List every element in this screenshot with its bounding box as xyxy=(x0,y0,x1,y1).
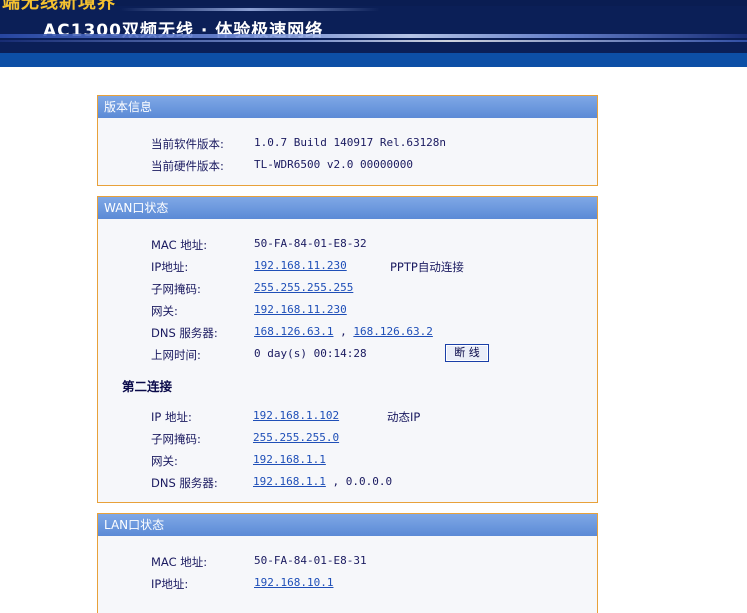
banner-light-streak xyxy=(0,40,747,42)
wan-ip-label: IP地址: xyxy=(151,260,189,274)
wan-dns2-link[interactable]: 168.126.63.2 xyxy=(353,325,432,338)
banner-slogan-top: 端无线新境界 xyxy=(2,0,116,13)
wan-mac-label: MAC 地址: xyxy=(151,238,208,252)
wan-dns1-link[interactable]: 168.126.63.1 xyxy=(254,325,333,338)
wan2-ip-link[interactable]: 192.168.1.102 xyxy=(253,409,339,422)
lan-panel-title: LAN口状态 xyxy=(98,514,597,536)
version-panel: 版本信息 当前软件版本: 1.0.7 Build 140917 Rel.6312… xyxy=(97,95,598,186)
wan2-dns2-value: 0.0.0.0 xyxy=(345,475,393,488)
header-banner: 端无线新境界 AC1300双频无线 · 体验极速网络 xyxy=(0,0,747,53)
lan-mac-value: 50-FA-84-01-E8-31 xyxy=(254,554,367,567)
wan-gateway-link[interactable]: 192.168.11.230 xyxy=(254,303,347,316)
software-version-value: 1.0.7 Build 140917 Rel.63128n xyxy=(254,136,447,149)
wan2-mask-label: 子网掩码: xyxy=(151,432,201,446)
lan-mac-label: MAC 地址: xyxy=(151,555,208,569)
banner-light-streak xyxy=(120,8,380,11)
wan2-gateway-label: 网关: xyxy=(151,454,178,468)
hardware-version-value: TL-WDR6500 v2.0 00000000 xyxy=(254,158,413,171)
wan-ip-link[interactable]: 192.168.11.230 xyxy=(254,259,347,272)
wan2-dns-label: DNS 服务器: xyxy=(151,476,218,490)
dns-separator: , xyxy=(333,325,354,338)
wan2-ip-mode: 动态IP xyxy=(387,410,421,424)
wan2-mask-link[interactable]: 255.255.255.0 xyxy=(253,431,339,444)
wan2-dns1-link[interactable]: 192.168.1.1 xyxy=(253,475,326,488)
dns2-separator: , xyxy=(325,475,346,488)
second-connection-title: 第二连接 xyxy=(122,379,173,394)
banner-light-streak xyxy=(0,34,747,38)
wan-uptime-label: 上网时间: xyxy=(151,348,201,362)
wan-gateway-label: 网关: xyxy=(151,304,178,318)
wan2-ip-label: IP 地址: xyxy=(151,410,192,424)
wan2-gateway-link[interactable]: 192.168.1.1 xyxy=(253,453,326,466)
wan-panel: WAN口状态 MAC 地址: 50-FA-84-01-E8-32 IP地址: 1… xyxy=(97,196,598,503)
lan-panel: LAN口状态 MAC 地址: 50-FA-84-01-E8-31 IP地址: 1… xyxy=(97,513,598,613)
wan-mask-label: 子网掩码: xyxy=(151,282,201,296)
header-blue-bar xyxy=(0,53,747,67)
wan-panel-title: WAN口状态 xyxy=(98,197,597,219)
disconnect-button[interactable]: 断 线 xyxy=(445,344,489,362)
wan-ip-mode: PPTP自动连接 xyxy=(390,260,464,274)
wan-uptime-value: 0 day(s) 00:14:28 xyxy=(254,347,367,360)
wan-mac-value: 50-FA-84-01-E8-32 xyxy=(254,237,367,250)
wan-dns-label: DNS 服务器: xyxy=(151,326,218,340)
version-panel-title: 版本信息 xyxy=(98,96,597,118)
lan-ip-label: IP地址: xyxy=(151,577,189,591)
hardware-version-label: 当前硬件版本: xyxy=(151,159,224,173)
wan-mask-link[interactable]: 255.255.255.255 xyxy=(254,281,353,294)
software-version-label: 当前软件版本: xyxy=(151,137,224,151)
lan-ip-link[interactable]: 192.168.10.1 xyxy=(254,576,333,589)
